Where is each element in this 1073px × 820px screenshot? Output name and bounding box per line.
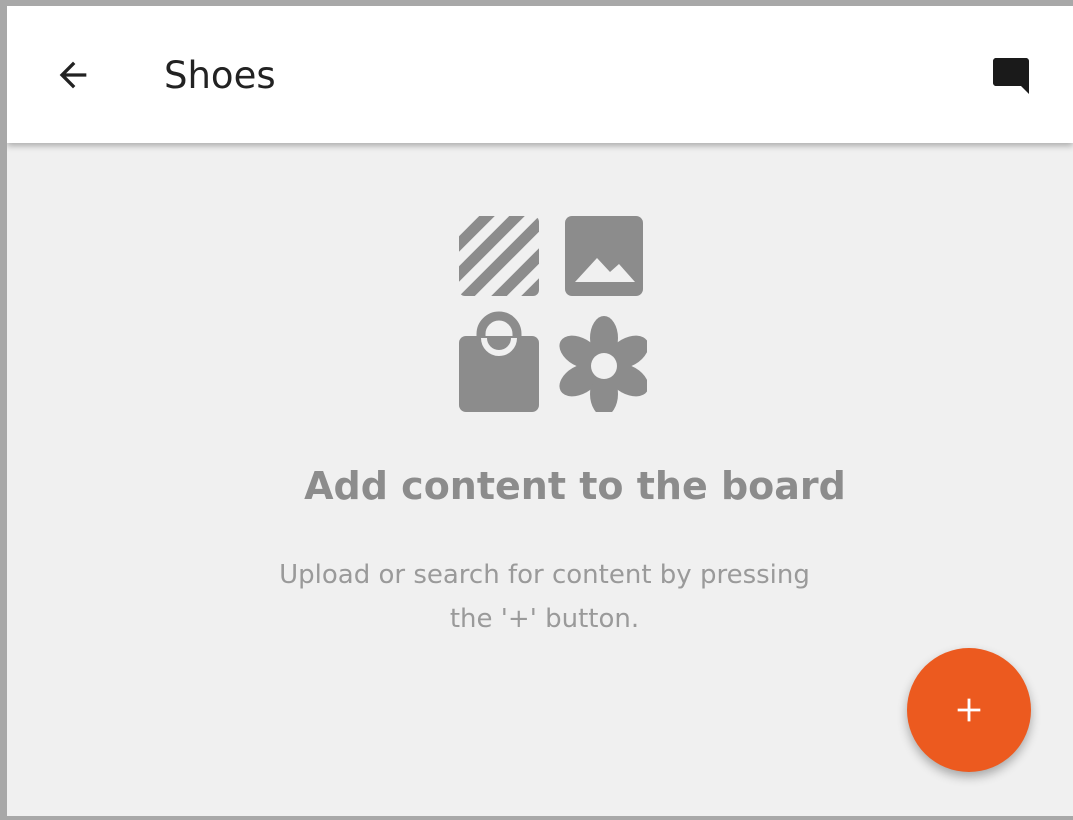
image-icon [565, 216, 643, 296]
add-content-button[interactable] [907, 648, 1031, 772]
board-content: Add content to the board Upload or searc… [7, 143, 1073, 816]
comment-icon [993, 58, 1029, 94]
app-bar: Shoes [7, 6, 1073, 143]
back-button[interactable] [51, 53, 95, 97]
empty-state-heading: Add content to the board [304, 464, 846, 508]
page-title: Shoes [164, 54, 276, 97]
shopping-bag-icon [459, 311, 539, 412]
arrow-back-icon [59, 61, 87, 89]
empty-board-illustration [459, 216, 647, 412]
plus-icon [957, 698, 981, 722]
empty-state-text: Upload or search for content by pressing… [279, 560, 810, 634]
comment-button[interactable] [985, 50, 1037, 102]
stripes-pattern-icon [459, 216, 539, 296]
flower-icon [559, 316, 647, 412]
app-window: Shoes Add content to the board Upload or… [0, 0, 1073, 820]
